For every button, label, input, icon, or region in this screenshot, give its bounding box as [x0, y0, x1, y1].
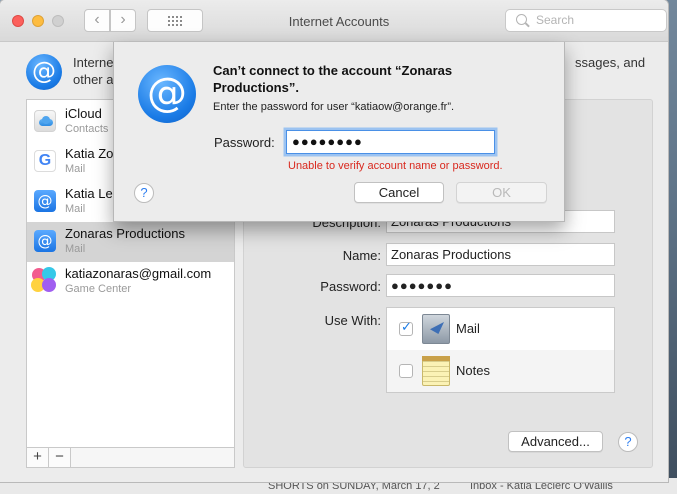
help-button[interactable]: ?: [618, 432, 638, 452]
sheet-password-input[interactable]: ●●●●●●●●: [286, 130, 495, 154]
icloud-icon: [34, 110, 56, 132]
header-description-right: ssages, and: [575, 55, 646, 70]
account-type: Mail: [65, 243, 86, 255]
notes-checkbox[interactable]: [399, 364, 413, 378]
name-label: Name:: [342, 248, 381, 263]
password-field[interactable]: ●●●●●●●: [386, 274, 615, 297]
password-label: Password:: [320, 279, 381, 294]
account-type: Mail: [65, 163, 86, 175]
search-field[interactable]: Search: [505, 9, 667, 32]
account-type: Contacts: [65, 123, 109, 135]
ok-button[interactable]: OK: [456, 182, 547, 203]
header-description-line-1: Interne: [73, 55, 114, 70]
header-description-line-2: other a: [73, 72, 114, 87]
internet-accounts-window: ‹ › Internet Accounts Search @ Interne o…: [0, 0, 668, 482]
account-name: katiazonaras@gmail.com: [65, 266, 212, 281]
sheet-message: Enter the password for user “katiaow@ora…: [213, 101, 455, 113]
internet-accounts-at-icon: @: [26, 54, 62, 90]
notes-icon: [422, 356, 450, 386]
mail-label: Mail: [456, 321, 480, 336]
search-placeholder: Search: [536, 13, 575, 27]
sheet-error-message: Unable to verify account name or passwor…: [288, 160, 503, 172]
use-with-mail-row: Mail: [387, 308, 614, 350]
mail-checkbox[interactable]: [399, 320, 413, 336]
remove-account-button[interactable]: −: [49, 448, 71, 467]
use-with-label: Use With:: [324, 313, 381, 328]
mail-icon: [422, 314, 450, 344]
google-icon: G: [34, 150, 56, 172]
account-name: Katia Lec: [65, 186, 120, 201]
sheet-password-label: Password:: [214, 135, 275, 150]
account-type: Mail: [65, 203, 86, 215]
add-account-button[interactable]: +: [27, 448, 49, 467]
title-bar: ‹ › Internet Accounts Search: [0, 0, 668, 42]
account-row-zonaras-productions[interactable]: @ Zonaras Productions Mail: [27, 222, 234, 262]
account-name: Zonaras Productions: [65, 226, 185, 241]
account-name: Katia Zo: [65, 146, 114, 161]
notes-label: Notes: [456, 363, 490, 378]
use-with-notes-row: Notes: [387, 350, 614, 392]
sheet-help-button[interactable]: ?: [134, 183, 154, 203]
sheet-title: Can’t connect to the account “Zonaras Pr…: [213, 63, 453, 95]
connection-error-sheet: @ Can’t connect to the account “Zonaras …: [113, 42, 565, 222]
search-icon: [516, 14, 527, 25]
advanced-button[interactable]: Advanced...: [508, 431, 603, 452]
use-with-list: Mail Notes: [386, 307, 615, 393]
cancel-button[interactable]: Cancel: [354, 182, 444, 203]
internet-accounts-at-icon: @: [138, 65, 196, 123]
sidebar-footer: + −: [27, 447, 234, 467]
name-field[interactable]: Zonaras Productions: [386, 243, 615, 266]
at-icon: @: [34, 230, 56, 252]
at-icon: @: [34, 190, 56, 212]
game-center-icon: [30, 266, 58, 294]
account-row-game-center[interactable]: katiazonaras@gmail.com Game Center: [27, 262, 234, 302]
account-name: iCloud: [65, 106, 102, 121]
account-type: Game Center: [65, 283, 132, 295]
